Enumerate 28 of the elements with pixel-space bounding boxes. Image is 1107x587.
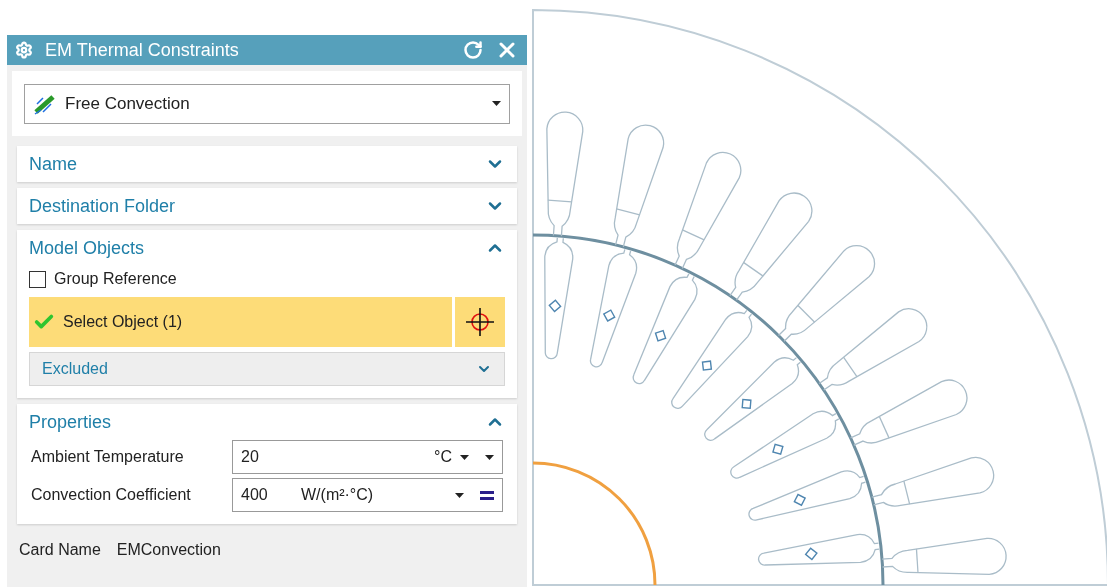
window-title: EM Thermal Constraints: [45, 38, 240, 62]
dropdown-caret-icon[interactable]: [492, 101, 501, 106]
type-dropdown[interactable]: Free Convection: [24, 83, 510, 124]
select-object-label: Select Object (1): [63, 312, 183, 332]
unit-label[interactable]: W/(m²·°C): [301, 483, 447, 507]
crosshair-icon: [465, 307, 495, 337]
settings-icon[interactable]: [15, 41, 33, 59]
formula-icon[interactable]: [480, 490, 494, 500]
field-label: Convection Coefficient: [31, 485, 192, 505]
crosshair-button[interactable]: [455, 297, 505, 347]
checkbox[interactable]: [29, 270, 46, 288]
value-field[interactable]: 20 °C: [232, 440, 503, 474]
dropdown-caret-icon[interactable]: [485, 454, 494, 460]
value-field[interactable]: 400 W/(m²·°C): [232, 478, 503, 512]
card-name-value: EMConvection: [116, 540, 221, 560]
section-title[interactable]: Model Objects: [29, 234, 145, 262]
checkbox-label: Group Reference: [54, 269, 177, 289]
section-title[interactable]: Destination Folder: [29, 192, 176, 220]
card-name-label: Card Name: [19, 540, 101, 560]
reset-icon[interactable]: [463, 40, 483, 60]
unit-caret-icon[interactable]: [460, 454, 469, 460]
select-object-row[interactable]: Select Object (1): [29, 297, 452, 347]
unit-caret-icon[interactable]: [455, 492, 464, 498]
unit-label[interactable]: °C: [301, 445, 452, 469]
field-label: Ambient Temperature: [31, 447, 185, 467]
section-title[interactable]: Name: [29, 150, 77, 178]
excluded-header[interactable]: Excluded: [29, 352, 505, 386]
section-title[interactable]: Properties: [29, 408, 112, 436]
